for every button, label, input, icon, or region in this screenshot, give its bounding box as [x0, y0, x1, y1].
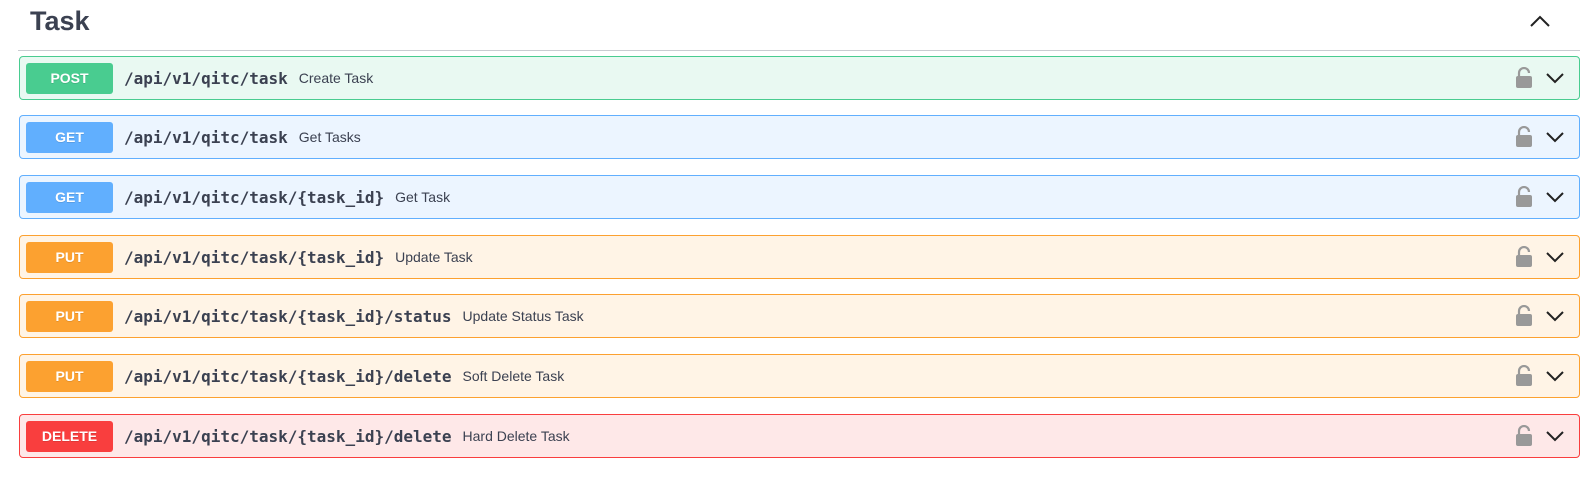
endpoint-path: /api/v1/qitc/task	[124, 68, 288, 88]
operation-update-task[interactable]: PUT /api/v1/qitc/task/{task_id} Update T…	[19, 235, 1580, 279]
endpoint-summary: Hard Delete Task	[462, 428, 570, 444]
endpoint-summary: Get Task	[395, 189, 451, 205]
endpoint-summary: Get Tasks	[298, 129, 361, 145]
section-title: Task	[30, 5, 90, 36]
chevron-down-icon[interactable]	[1543, 364, 1567, 388]
unlocked-padlock-icon[interactable]	[1515, 186, 1533, 208]
unlocked-padlock-icon[interactable]	[1515, 365, 1533, 387]
collapse-section-button[interactable]	[1520, 1, 1560, 41]
operation-hard-delete-task[interactable]: DELETE /api/v1/qitc/task/{task_id}/delet…	[19, 414, 1580, 458]
tag-section-header[interactable]: Task	[18, 0, 1580, 51]
endpoint-path: /api/v1/qitc/task/{task_id}/delete	[124, 426, 452, 446]
method-badge: GET	[26, 121, 113, 153]
operation-create-task[interactable]: POST /api/v1/qitc/task Create Task	[19, 56, 1580, 100]
method-badge: GET	[26, 181, 113, 213]
endpoint-path: /api/v1/qitc/task/{task_id}	[124, 187, 385, 207]
endpoint-path: /api/v1/qitc/task/{task_id}	[124, 247, 385, 267]
chevron-down-icon[interactable]	[1543, 185, 1567, 209]
method-badge: PUT	[26, 300, 113, 332]
operation-soft-delete-task[interactable]: PUT /api/v1/qitc/task/{task_id}/delete S…	[19, 354, 1580, 398]
method-badge: POST	[26, 62, 113, 94]
endpoint-summary: Create Task	[298, 70, 374, 86]
unlocked-padlock-icon[interactable]	[1515, 425, 1533, 447]
chevron-down-icon[interactable]	[1543, 245, 1567, 269]
operation-update-status-task[interactable]: PUT /api/v1/qitc/task/{task_id}/status U…	[19, 294, 1580, 338]
unlocked-padlock-icon[interactable]	[1515, 246, 1533, 268]
operation-get-task[interactable]: GET /api/v1/qitc/task/{task_id} Get Task	[19, 175, 1580, 219]
endpoint-summary: Soft Delete Task	[462, 368, 565, 384]
method-badge: PUT	[26, 241, 113, 273]
unlocked-padlock-icon[interactable]	[1515, 126, 1533, 148]
endpoint-path: /api/v1/qitc/task/{task_id}/status	[124, 306, 452, 326]
chevron-down-icon[interactable]	[1543, 424, 1567, 448]
endpoint-summary: Update Task	[395, 249, 473, 265]
endpoint-path: /api/v1/qitc/task/{task_id}/delete	[124, 366, 452, 386]
chevron-down-icon[interactable]	[1543, 304, 1567, 328]
chevron-up-icon	[1530, 15, 1550, 27]
chevron-down-icon[interactable]	[1543, 66, 1567, 90]
unlocked-padlock-icon[interactable]	[1515, 305, 1533, 327]
endpoint-path: /api/v1/qitc/task	[124, 127, 288, 147]
chevron-down-icon[interactable]	[1543, 125, 1567, 149]
operation-get-tasks[interactable]: GET /api/v1/qitc/task Get Tasks	[19, 115, 1580, 159]
method-badge: PUT	[26, 360, 113, 392]
unlocked-padlock-icon[interactable]	[1515, 67, 1533, 89]
endpoint-summary: Update Status Task	[462, 308, 584, 324]
method-badge: DELETE	[26, 420, 113, 452]
